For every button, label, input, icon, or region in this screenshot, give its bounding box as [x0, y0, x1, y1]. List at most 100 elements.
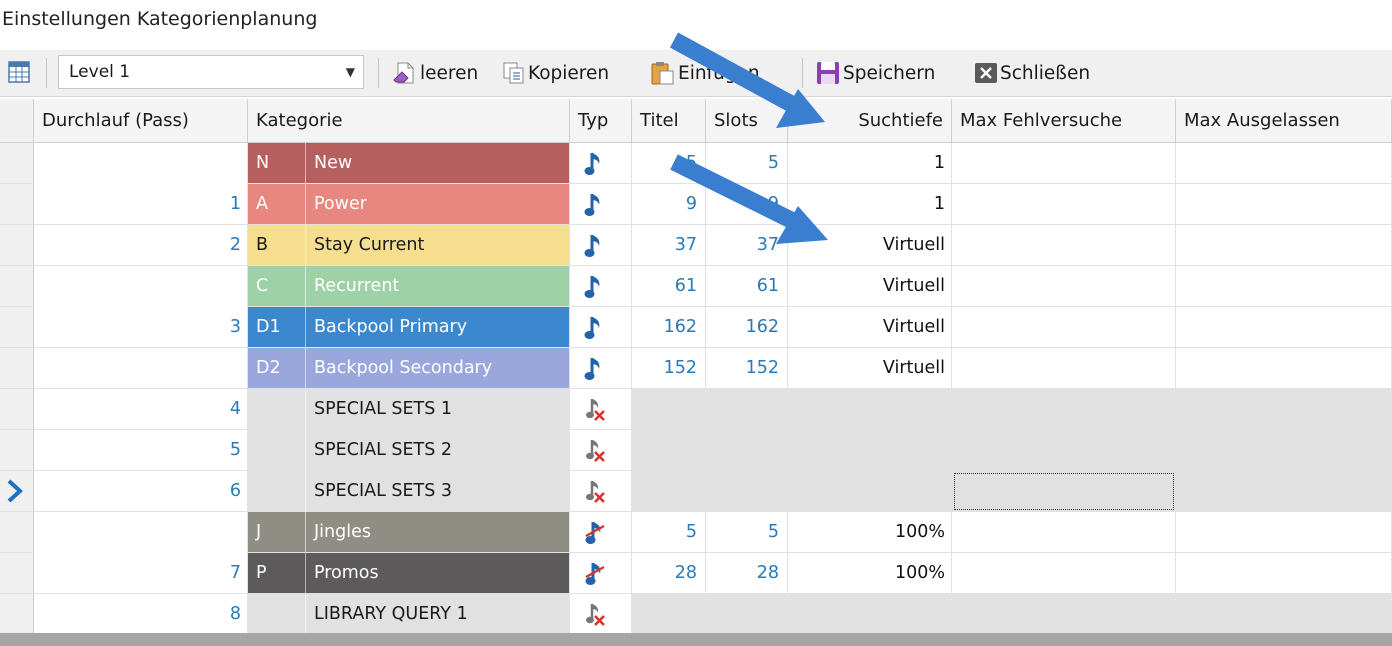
cell-search-depth[interactable]: Virtuell [788, 307, 952, 348]
cell-titles[interactable]: 9 [632, 184, 706, 225]
cell-slots[interactable]: 37 [706, 225, 788, 266]
cell-category-name[interactable]: New [306, 143, 570, 184]
cell-titles[interactable] [632, 389, 706, 430]
cell-max-failed[interactable] [952, 594, 1176, 635]
table-row[interactable]: 5 SPECIAL SETS 2 [0, 430, 1392, 471]
cell-max-failed[interactable] [952, 389, 1176, 430]
cell-category-name[interactable]: Stay Current [306, 225, 570, 266]
cell-type[interactable] [570, 512, 632, 553]
cell-category-name[interactable]: Recurrent [306, 266, 570, 307]
cell-category-code[interactable] [248, 430, 306, 471]
cell-max-failed[interactable] [952, 553, 1176, 594]
cell-max-skipped[interactable] [1176, 266, 1392, 307]
cell-search-depth[interactable] [788, 471, 952, 512]
row-selector[interactable] [0, 184, 34, 225]
cell-titles[interactable] [632, 430, 706, 471]
cell-slots[interactable] [706, 389, 788, 430]
cell-category-code[interactable]: C [248, 266, 306, 307]
cell-search-depth[interactable]: 100% [788, 553, 952, 594]
cell-titles[interactable]: 162 [632, 307, 706, 348]
table-row[interactable]: N New 5 5 1 [0, 143, 1392, 184]
cell-max-failed[interactable] [952, 143, 1176, 184]
cell-max-failed[interactable] [952, 266, 1176, 307]
cell-type[interactable] [570, 471, 632, 512]
cell-titles[interactable]: 5 [632, 512, 706, 553]
cell-category-name[interactable]: Jingles [306, 512, 570, 553]
cell-pass[interactable]: 6 [34, 471, 248, 512]
cell-type[interactable] [570, 594, 632, 635]
cell-type[interactable] [570, 430, 632, 471]
cell-type[interactable] [570, 184, 632, 225]
cell-slots[interactable]: 61 [706, 266, 788, 307]
cell-max-skipped[interactable] [1176, 184, 1392, 225]
table-row[interactable]: 7 P Promos 28 28 100% [0, 553, 1392, 594]
cell-slots[interactable]: 28 [706, 553, 788, 594]
cell-category-name[interactable]: Backpool Secondary [306, 348, 570, 389]
cell-pass[interactable] [34, 266, 248, 307]
close-button[interactable]: Schließen [974, 58, 1090, 88]
row-selector[interactable] [0, 225, 34, 266]
cell-titles[interactable] [632, 471, 706, 512]
cell-titles[interactable]: 152 [632, 348, 706, 389]
cell-search-depth[interactable] [788, 594, 952, 635]
cell-slots[interactable]: 5 [706, 143, 788, 184]
cell-max-skipped[interactable] [1176, 553, 1392, 594]
cell-search-depth[interactable]: Virtuell [788, 225, 952, 266]
table-row[interactable]: C Recurrent 61 61 Virtuell [0, 266, 1392, 307]
cell-max-skipped[interactable] [1176, 307, 1392, 348]
cell-type[interactable] [570, 266, 632, 307]
cell-category-code[interactable]: N [248, 143, 306, 184]
cell-slots[interactable]: 152 [706, 348, 788, 389]
row-selector[interactable] [0, 512, 34, 553]
cell-category-code[interactable]: D1 [248, 307, 306, 348]
row-selector[interactable] [0, 348, 34, 389]
cell-type[interactable] [570, 348, 632, 389]
cell-max-skipped[interactable] [1176, 389, 1392, 430]
cell-type[interactable] [570, 307, 632, 348]
cell-category-code[interactable]: D2 [248, 348, 306, 389]
cell-search-depth[interactable] [788, 430, 952, 471]
table-row[interactable]: 2 B Stay Current 37 37 Virtuell [0, 225, 1392, 266]
cell-category-code[interactable]: P [248, 553, 306, 594]
cell-max-failed[interactable] [952, 471, 1176, 512]
cell-max-skipped[interactable] [1176, 225, 1392, 266]
cell-slots[interactable] [706, 430, 788, 471]
column-header-category[interactable]: Kategorie [248, 99, 570, 143]
cell-type[interactable] [570, 553, 632, 594]
cell-category-code[interactable]: J [248, 512, 306, 553]
cell-max-failed[interactable] [952, 430, 1176, 471]
save-button[interactable]: Speichern [815, 58, 935, 88]
cell-search-depth[interactable]: 1 [788, 143, 952, 184]
cell-max-skipped[interactable] [1176, 594, 1392, 635]
paste-button[interactable]: Einfügen [650, 58, 760, 88]
cell-category-name[interactable]: SPECIAL SETS 2 [306, 430, 570, 471]
row-selector[interactable] [0, 389, 34, 430]
cell-category-name[interactable]: SPECIAL SETS 3 [306, 471, 570, 512]
column-header-slots[interactable]: Slots [706, 99, 788, 143]
cell-max-skipped[interactable] [1176, 143, 1392, 184]
cell-category-code[interactable] [248, 389, 306, 430]
copy-button[interactable]: Kopieren [502, 58, 609, 88]
table-row[interactable]: 4 SPECIAL SETS 1 [0, 389, 1392, 430]
cell-pass[interactable] [34, 348, 248, 389]
cell-max-failed[interactable] [952, 307, 1176, 348]
cell-slots[interactable] [706, 594, 788, 635]
cell-category-code[interactable]: B [248, 225, 306, 266]
row-selector[interactable] [0, 594, 34, 635]
row-selector[interactable] [0, 471, 34, 512]
cell-max-failed[interactable] [952, 512, 1176, 553]
cell-pass[interactable] [34, 143, 248, 184]
cell-category-name[interactable]: Power [306, 184, 570, 225]
cell-search-depth[interactable]: Virtuell [788, 266, 952, 307]
level-select[interactable]: Level 1 ▼ [58, 55, 364, 89]
cell-max-skipped[interactable] [1176, 512, 1392, 553]
column-header-search-depth[interactable]: Suchtiefe [788, 99, 952, 143]
cell-pass[interactable]: 4 [34, 389, 248, 430]
table-row[interactable]: D2 Backpool Secondary 152 152 Virtuell [0, 348, 1392, 389]
cell-slots[interactable]: 9 [706, 184, 788, 225]
cell-slots[interactable]: 5 [706, 512, 788, 553]
cell-search-depth[interactable]: Virtuell [788, 348, 952, 389]
cell-category-code[interactable] [248, 471, 306, 512]
cell-category-code[interactable]: A [248, 184, 306, 225]
cell-pass[interactable]: 3 [34, 307, 248, 348]
